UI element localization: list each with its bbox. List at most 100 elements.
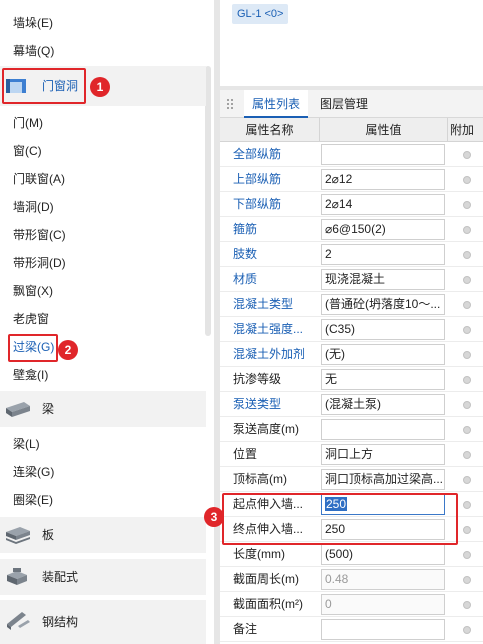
property-table-header: 属性名称 属性值 附加: [220, 118, 483, 142]
property-value-field[interactable]: (500): [321, 544, 445, 565]
property-value-field[interactable]: 洞口顶标高加过梁高...: [321, 469, 445, 490]
additional-checkbox[interactable]: [463, 201, 471, 209]
additional-checkbox[interactable]: [463, 326, 471, 334]
tree-item-coupling-beam[interactable]: 连梁(G): [13, 461, 54, 483]
property-row: 混凝土类型 (普通砼(坍落度10～...: [220, 292, 483, 317]
property-name: 混凝土外加剂: [233, 347, 306, 361]
tree-item-dormer[interactable]: 老虎窗: [13, 308, 49, 330]
tree-item-niche[interactable]: 壁龛(I): [13, 364, 48, 386]
tree-item-beam[interactable]: 梁(L): [13, 433, 40, 455]
property-name: 混凝土类型: [233, 297, 294, 311]
tree-item-ring-beam[interactable]: 圈梁(E): [13, 489, 53, 511]
header-property-value: 属性值: [320, 118, 448, 142]
category-prefab-label: 装配式: [42, 570, 79, 584]
property-row: 箍筋 ⌀6@150(2): [220, 217, 483, 242]
additional-checkbox[interactable]: [463, 576, 471, 584]
property-value-field[interactable]: [321, 419, 445, 440]
property-panel: 属性列表 图层管理 属性名称 属性值 附加 全部纵筋 上部纵筋 2⌀12 下部纵筋 2⌀…: [220, 90, 483, 644]
tree-item-window[interactable]: 窗(C): [13, 140, 42, 162]
property-row: 顶标高(m) 洞口顶标高加过梁高...: [220, 467, 483, 492]
property-row: 上部纵筋 2⌀12: [220, 167, 483, 192]
highlight-box-1: [2, 68, 86, 104]
category-beam[interactable]: 梁: [0, 391, 206, 427]
property-row: 抗渗等级 无: [220, 367, 483, 392]
property-name: 长度(mm): [233, 547, 285, 561]
property-row: 材质 现浇混凝土: [220, 267, 483, 292]
property-name: 泵送类型: [233, 397, 282, 411]
additional-checkbox[interactable]: [463, 501, 471, 509]
tab-layer-management[interactable]: 图层管理: [312, 90, 376, 118]
component-list-panel: GL-1 <0>: [220, 0, 483, 86]
property-row: 备注: [220, 617, 483, 642]
property-name: 箍筋: [233, 222, 258, 236]
slab-icon: [6, 527, 30, 544]
additional-checkbox[interactable]: [463, 401, 471, 409]
additional-checkbox[interactable]: [463, 601, 471, 609]
property-name: 上部纵筋: [233, 172, 282, 186]
additional-checkbox[interactable]: [463, 351, 471, 359]
tree-item-wall-opening[interactable]: 墙洞(D): [13, 196, 54, 218]
tree-scrollbar[interactable]: [205, 66, 211, 336]
component-tag-gl1[interactable]: GL-1 <0>: [232, 4, 289, 24]
property-value-field[interactable]: (无): [321, 344, 445, 365]
property-name: 位置: [233, 447, 258, 461]
property-row: 下部纵筋 2⌀14: [220, 192, 483, 217]
tree-item-strip-window[interactable]: 带形窗(C): [13, 224, 66, 246]
property-value-field[interactable]: (普通砼(坍落度10～...: [321, 294, 445, 315]
category-beam-label: 梁: [42, 402, 55, 416]
property-value-field[interactable]: 2: [321, 244, 445, 265]
property-value-field[interactable]: 洞口上方: [321, 444, 445, 465]
category-slab[interactable]: 板: [0, 517, 206, 553]
additional-checkbox[interactable]: [463, 176, 471, 184]
additional-checkbox[interactable]: [463, 476, 471, 484]
property-name: 备注: [233, 622, 258, 636]
additional-checkbox[interactable]: [463, 276, 471, 284]
additional-checkbox[interactable]: [463, 376, 471, 384]
category-slab-label: 板: [42, 528, 55, 542]
highlight-box-2: [8, 334, 58, 362]
tree-item-bay-window[interactable]: 飘窗(X): [13, 280, 53, 302]
additional-checkbox[interactable]: [463, 151, 471, 159]
property-value-field[interactable]: 2⌀14: [321, 194, 445, 215]
property-value-field[interactable]: [321, 144, 445, 165]
tree-item-door[interactable]: 门(M): [13, 112, 43, 134]
property-value-field[interactable]: 现浇混凝土: [321, 269, 445, 290]
property-value-field[interactable]: (C35): [321, 319, 445, 340]
property-name: 顶标高(m): [233, 472, 287, 486]
property-name: 全部纵筋: [233, 147, 282, 161]
property-name: 混凝土强度...: [233, 322, 304, 336]
property-row: 长度(mm) (500): [220, 542, 483, 567]
additional-checkbox[interactable]: [463, 626, 471, 634]
property-row: 混凝土外加剂 (无): [220, 342, 483, 367]
additional-checkbox[interactable]: [463, 551, 471, 559]
property-value-field[interactable]: 0: [321, 594, 445, 615]
additional-checkbox[interactable]: [463, 251, 471, 259]
tree-item-strip-opening[interactable]: 带形洞(D): [13, 252, 66, 274]
step-badge-2: 2: [58, 340, 78, 360]
step-badge-3: 3: [204, 507, 224, 527]
property-row: 泵送高度(m): [220, 417, 483, 442]
property-name: 肢数: [233, 247, 258, 261]
additional-checkbox[interactable]: [463, 226, 471, 234]
additional-checkbox[interactable]: [463, 426, 471, 434]
property-value-field[interactable]: [321, 619, 445, 640]
property-value-field[interactable]: ⌀6@150(2): [321, 219, 445, 240]
property-value-field[interactable]: 无: [321, 369, 445, 390]
property-name: 下部纵筋: [233, 197, 282, 211]
tree-item-curtain-wall[interactable]: 幕墙(Q): [13, 40, 54, 62]
category-prefab[interactable]: 装配式: [0, 559, 206, 595]
prefab-icon: [7, 568, 27, 585]
additional-checkbox[interactable]: [463, 526, 471, 534]
tree-item-wall-pillar[interactable]: 墙垛(E): [13, 12, 53, 34]
property-value-field[interactable]: 2⌀12: [321, 169, 445, 190]
tree-item-door-window[interactable]: 门联窗(A): [13, 168, 65, 190]
tab-property-list[interactable]: 属性列表: [244, 90, 309, 118]
property-row: 全部纵筋: [220, 142, 483, 167]
property-value-field[interactable]: 0.48: [321, 569, 445, 590]
category-steel[interactable]: 钢结构: [0, 600, 206, 644]
drag-grip-icon[interactable]: [226, 98, 234, 110]
additional-checkbox[interactable]: [463, 301, 471, 309]
property-rows: 全部纵筋上部纵筋 2⌀12 下部纵筋 2⌀14 箍筋 ⌀6@150(2) 肢数 2 材质 现浇混凝…: [220, 142, 483, 642]
property-value-field[interactable]: (混凝土泵): [321, 394, 445, 415]
additional-checkbox[interactable]: [463, 451, 471, 459]
